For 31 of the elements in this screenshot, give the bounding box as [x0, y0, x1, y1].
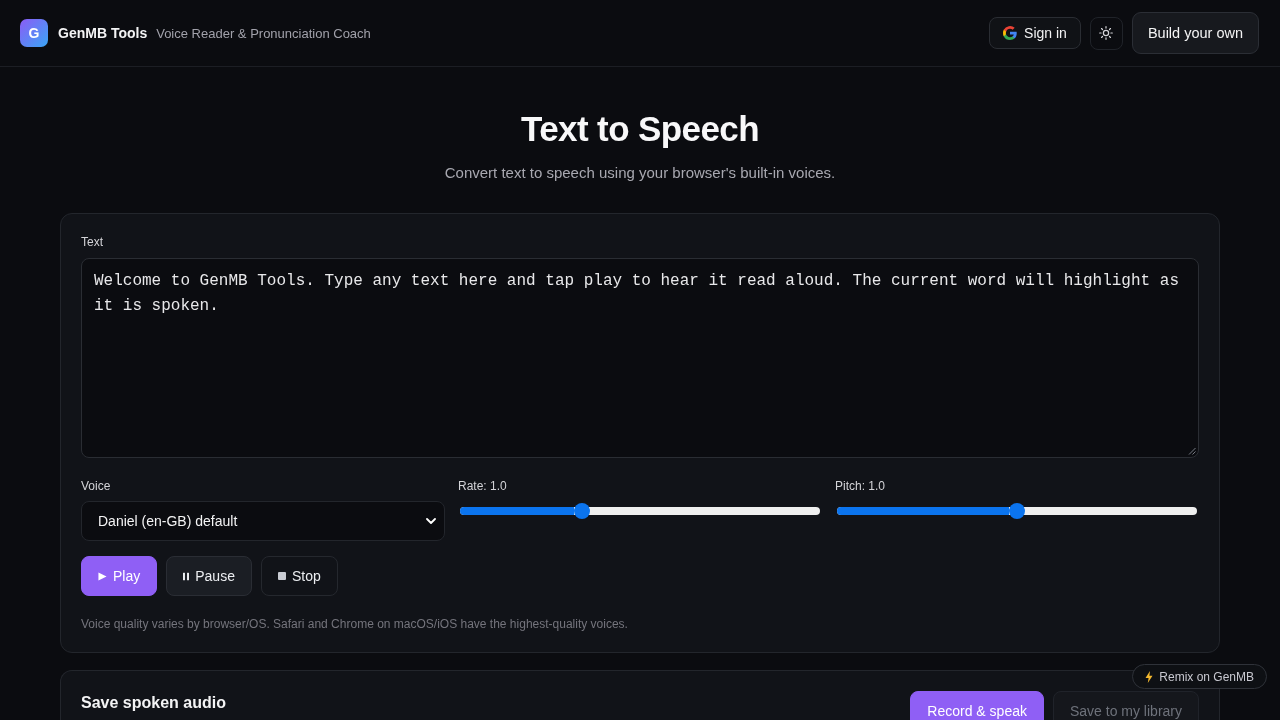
- help-note: Voice quality varies by browser/OS. Safari and Chrome on macOS/iOS have the highest-quality voices.: [81, 616, 628, 632]
- theme-toggle-button[interactable]: [1089, 16, 1123, 50]
- sign-in-button[interactable]: Sign in: [989, 17, 1081, 49]
- page-subtitle: Convert text to speech using your browser's built-in voices.: [444, 163, 836, 183]
- remix-button[interactable]: Remix on GenMB: [1132, 664, 1267, 689]
- google-icon: [1003, 26, 1018, 40]
- text-input[interactable]: Welcome to GenMB Tools. Type any text here and tap play to hear it read aloud. The current word will highlight as it is spoken.: [81, 258, 1199, 458]
- slider-thumb[interactable]: [1009, 503, 1025, 519]
- sun-icon: [1099, 26, 1114, 40]
- resize-grip-icon: [1188, 447, 1196, 455]
- section-title: Save spoken audio: [81, 693, 226, 713]
- brand-name: GenMB Tools: [58, 25, 148, 41]
- field-label: Voice: [81, 478, 111, 494]
- chevron-down-icon: [426, 518, 436, 524]
- lightning-icon: [1145, 670, 1154, 683]
- stop-icon: [277, 572, 286, 580]
- app-tagline: Voice Reader & Pronunciation Coach: [156, 25, 371, 41]
- voice-select[interactable]: Daniel (en-GB) default: [81, 501, 445, 541]
- pause-icon: [183, 571, 190, 581]
- record-button[interactable]: Record & speak: [910, 691, 1044, 720]
- page-title: Text to Speech: [521, 108, 759, 150]
- play-button[interactable]: Play: [81, 556, 158, 596]
- app-logo: G: [20, 19, 48, 47]
- slider-label: Pitch: 1.0: [835, 478, 886, 494]
- stop-button[interactable]: Stop: [260, 556, 338, 596]
- play-icon: [98, 571, 107, 581]
- build-button[interactable]: Build your own: [1131, 12, 1259, 54]
- field-label: Text: [81, 234, 103, 250]
- slider-thumb[interactable]: [574, 503, 591, 519]
- slider-label: Rate: 1.0: [458, 478, 507, 494]
- pause-button[interactable]: Pause: [166, 556, 252, 596]
